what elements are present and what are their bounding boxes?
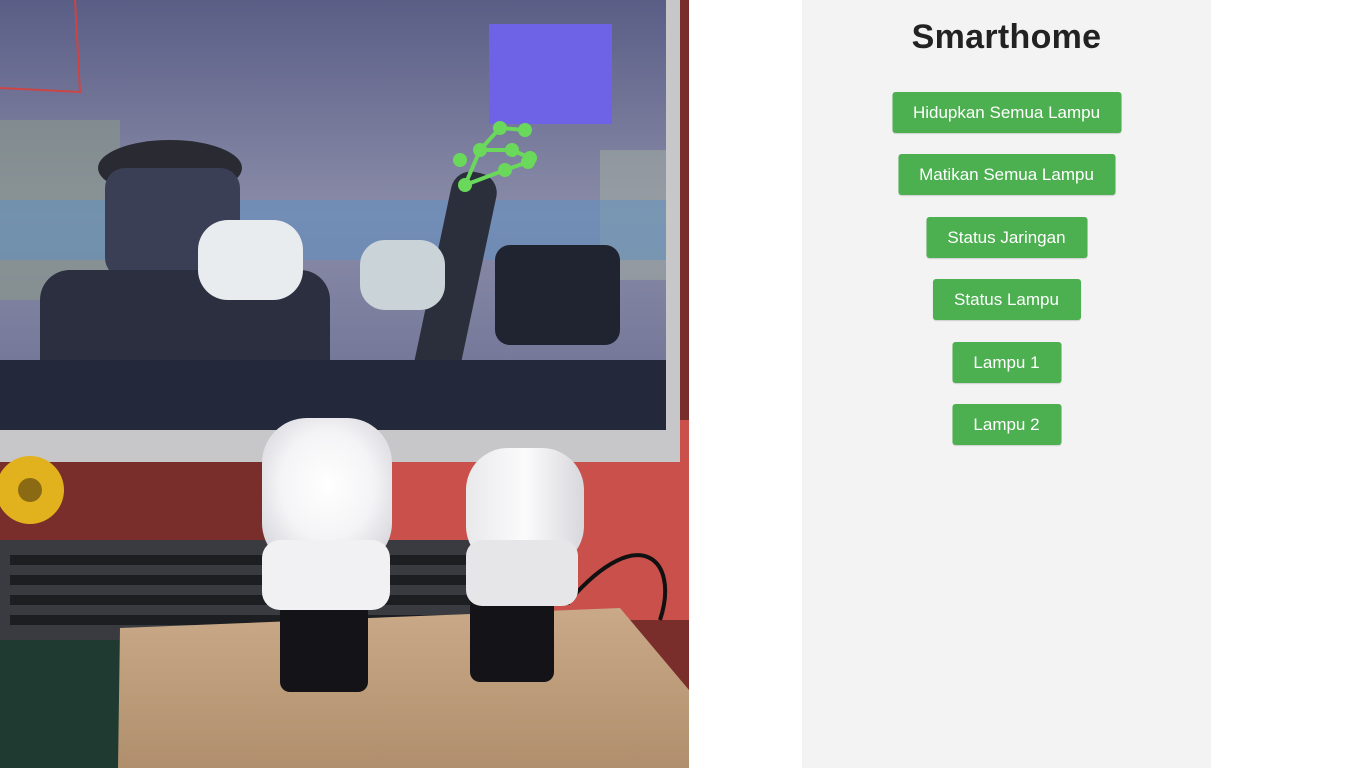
button-label: Status Lampu: [954, 289, 1059, 309]
button-label: Lampu 1: [973, 352, 1040, 372]
video-scene-illustration: [0, 0, 689, 768]
camera-video-frame: [0, 0, 689, 768]
turn-on-all-lamps-button[interactable]: Hidupkan Semua Lampu: [892, 92, 1121, 133]
turn-off-all-lamps-button[interactable]: Matikan Semua Lampu: [898, 154, 1115, 195]
lamp-2-button[interactable]: Lampu 2: [952, 404, 1061, 445]
button-label: Matikan Semua Lampu: [919, 164, 1094, 184]
button-label: Lampu 2: [973, 414, 1040, 434]
lamp-1-button[interactable]: Lampu 1: [952, 342, 1061, 383]
button-label: Hidupkan Semua Lampu: [912, 102, 1101, 122]
lamp-status-button[interactable]: Status Lampu: [932, 279, 1081, 320]
control-panel: Smarthome Hidupkan Semua Lampu Matikan S…: [802, 0, 1211, 768]
page-title: Smarthome: [911, 18, 1102, 56]
network-status-button[interactable]: Status Jaringan: [926, 217, 1087, 258]
button-label: Status Jaringan: [947, 227, 1066, 247]
